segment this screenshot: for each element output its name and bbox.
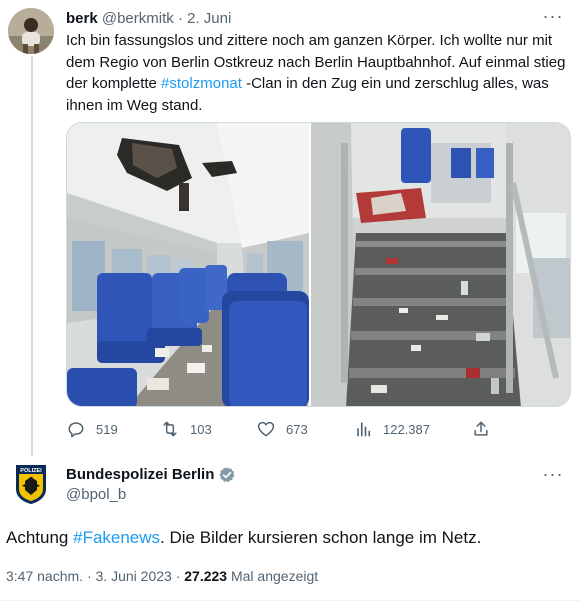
separator: · [175, 568, 181, 584]
separator: · [177, 10, 183, 27]
display-name[interactable]: berk [66, 10, 98, 27]
hashtag-link[interactable]: #Fakenews [73, 528, 160, 547]
thread-connector-line [31, 56, 33, 456]
tweet-text: Ich bin fassungslos und zittere noch am … [66, 30, 566, 116]
hashtag-link[interactable]: #stolzmonat [161, 75, 242, 92]
reply-icon [68, 422, 84, 438]
more-options-button[interactable]: ··· [542, 6, 564, 26]
reply-count: 519 [96, 421, 118, 437]
view-label: Mal angezeigt [230, 568, 319, 584]
divider [0, 600, 580, 601]
like-button[interactable]: 673 [256, 418, 308, 440]
media-photo-2[interactable] [310, 123, 570, 406]
retweet-icon [163, 421, 177, 437]
badge-text: POLIZEI [20, 468, 42, 474]
tweet-date[interactable]: 2. Juni [187, 10, 231, 27]
verified-badge-icon[interactable] [218, 466, 236, 484]
more-options-button[interactable]: ··· [542, 464, 564, 484]
display-name-row: Bundespolizei Berlin [66, 466, 236, 484]
reply-button[interactable]: 519 [66, 418, 118, 440]
avatar-photo-icon [8, 8, 54, 54]
police-badge-icon: POLIZEI [16, 465, 46, 504]
tweet-metadata: 3:47 nachm. · 3. Juni 2023 · 27.223 Mal … [6, 567, 318, 585]
retweet-button[interactable]: 103 [160, 418, 212, 440]
view-count: 122.387 [383, 421, 430, 437]
tweet-date[interactable]: 3. Juni 2023 [96, 568, 172, 584]
heart-icon [257, 421, 275, 437]
handle[interactable]: @bpol_b [66, 486, 126, 504]
tweet-actions: 519 103 673 122.387 [66, 418, 566, 440]
view-count: 27.223 [184, 568, 228, 584]
analytics-icon [357, 422, 371, 437]
share-icon [474, 421, 488, 436]
media-photo-1[interactable] [67, 123, 309, 406]
tweet-time[interactable]: 3:47 nachm. [6, 568, 83, 584]
tweet-text-part: . Die Bilder kursieren schon lange im Ne… [160, 528, 482, 547]
views-button[interactable]: 122.387 [353, 418, 430, 440]
train-interior-image [67, 123, 309, 406]
tweet-text: Achtung #Fakenews. Die Bilder kursieren … [6, 526, 481, 550]
tweet-header: berk @berkmitk · 2. Juni [66, 10, 231, 28]
handle[interactable]: @berkmitk [102, 10, 174, 27]
separator: · [86, 568, 92, 584]
like-count: 673 [286, 421, 308, 437]
share-button[interactable] [471, 418, 491, 440]
tweet-text-part: Achtung [6, 528, 74, 547]
avatar[interactable] [8, 8, 54, 54]
tweet-media [66, 122, 571, 407]
train-staircase-image [310, 123, 570, 406]
retweet-count: 103 [190, 421, 212, 437]
avatar[interactable]: POLIZEI [8, 461, 54, 507]
display-name[interactable]: Bundespolizei Berlin [66, 466, 214, 484]
